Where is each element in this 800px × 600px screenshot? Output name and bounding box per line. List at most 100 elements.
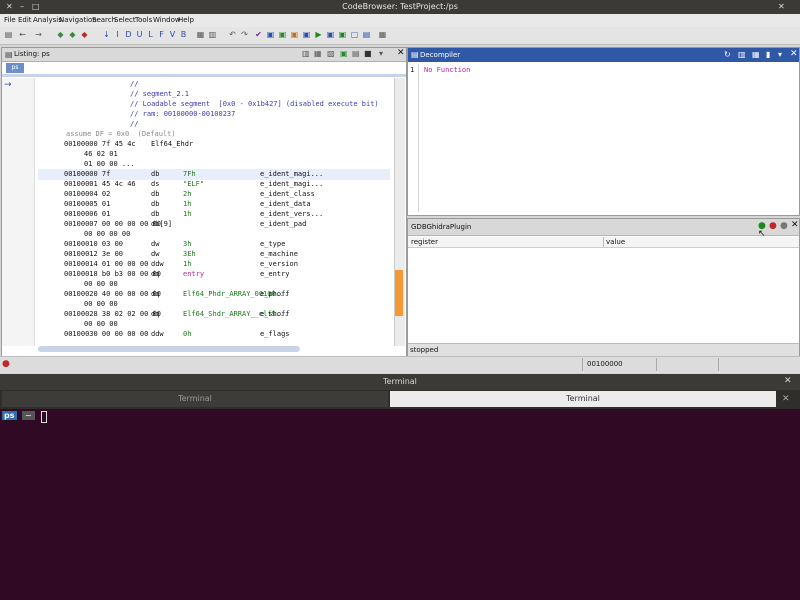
value-column-header[interactable]: value (606, 238, 625, 246)
terminal-close-icon[interactable]: ✕ (784, 376, 792, 386)
listing-comment[interactable]: // ram: 00100000-00100237 (130, 110, 235, 120)
listing-address[interactable]: 00100005 01 (64, 200, 110, 210)
listing-gutter[interactable]: → (2, 78, 35, 346)
listing-mnemonic[interactable]: db (151, 190, 159, 200)
tool-c-icon[interactable]: ▣ (290, 30, 299, 40)
terminal-tab-1[interactable]: Terminal (2, 391, 388, 407)
listing-tool-icon[interactable]: ▣ (340, 49, 348, 58)
gdb-settings-icon[interactable]: ● (780, 221, 788, 231)
menu-help[interactable]: Help (178, 16, 194, 24)
listing-mnemonic[interactable]: dw (151, 240, 159, 250)
listing-menu-icon[interactable]: ▾ (379, 49, 383, 58)
terminal-body[interactable]: ps ~ (0, 409, 800, 600)
tool-f-icon[interactable]: ▣ (338, 30, 347, 40)
listing-bytes[interactable]: 00 00 00 (84, 280, 118, 290)
listing-mnemonic[interactable]: db (151, 200, 159, 210)
listing-comment[interactable]: e_ident_data (260, 200, 311, 210)
listing-mnemonic[interactable]: dw (151, 250, 159, 260)
undo-icon[interactable]: ↶ (228, 30, 237, 40)
listing-operand[interactable]: 1h (183, 260, 191, 270)
listing-comment[interactable]: // Loadable segment [0x0 - 0x1b427] (dis… (130, 100, 379, 110)
listing-scroll-thumb[interactable] (395, 270, 403, 316)
listing-comment[interactable]: e_ident_pad (260, 220, 306, 230)
run-icon[interactable]: ▶ (314, 30, 323, 40)
listing-comment[interactable]: e_ident_vers... (260, 210, 323, 220)
listing-comment[interactable]: e_version (260, 260, 298, 270)
goto-next-icon[interactable]: ◆ (68, 30, 77, 40)
listing-bytes[interactable]: 46 02 01 (84, 150, 118, 160)
listing-bytes[interactable]: 00 00 00 (84, 300, 118, 310)
listing-address[interactable]: 00100028 38 02 02 00 00 (64, 310, 161, 320)
menu-window[interactable]: Window (153, 16, 181, 24)
listing-comment[interactable]: e_phoff (260, 290, 290, 300)
nav-instruction-icon[interactable]: I (113, 30, 122, 40)
listing-code[interactable]: //// segment_2.1// Loadable segment [0x0… (38, 78, 390, 346)
listing-comment[interactable]: e_machine (260, 250, 298, 260)
nav-undefined-icon[interactable]: U (135, 30, 144, 40)
status-error-icon[interactable]: ● (2, 359, 10, 369)
listing-bytes[interactable]: 00 00 00 00 (84, 230, 130, 240)
window-close-icon[interactable]: ✕ (778, 2, 785, 11)
tool-d-icon[interactable]: ▣ (302, 30, 311, 40)
listing-comment[interactable]: // (130, 120, 138, 130)
listing-comment[interactable]: // segment_2.1 (130, 90, 189, 100)
bookmark-icon[interactable]: ◆ (80, 30, 89, 40)
listing-mnemonic[interactable]: dq (151, 310, 159, 320)
terminal-titlebar[interactable]: Terminal ✕ (0, 374, 800, 390)
listing-address[interactable]: 00100030 00 00 00 00 (64, 330, 148, 340)
listing-comment[interactable]: e_ident_magi... (260, 170, 323, 180)
listing-mnemonic[interactable]: dq (151, 270, 159, 280)
decompiler-text[interactable]: No Function (424, 66, 470, 74)
listing-address[interactable]: 00100004 02 (64, 190, 110, 200)
listing-copy-icon[interactable]: ▥ (302, 49, 310, 58)
listing-operand[interactable]: 3Eh (183, 250, 196, 260)
menu-file[interactable]: File (4, 16, 16, 24)
tool-h-icon[interactable]: ▤ (362, 30, 371, 40)
print-icon[interactable]: ■ (364, 49, 372, 58)
tool-i-icon[interactable]: ▦ (378, 30, 387, 40)
menu-search[interactable]: Search (92, 16, 116, 24)
listing-address[interactable]: 00100012 3e 00 (64, 250, 123, 260)
listing-diff-icon[interactable]: ▧ (327, 49, 335, 58)
tool-g-icon[interactable]: ▢ (350, 30, 359, 40)
listing-mnemonic[interactable]: ddw (151, 330, 164, 340)
clipboard-icon[interactable]: ▦ (196, 30, 205, 40)
listing-comment[interactable]: // (130, 80, 138, 90)
listing-operand[interactable]: 0h (183, 330, 191, 340)
listing-comment[interactable]: e_ident_class (260, 190, 315, 200)
listing-mnemonic[interactable]: dq (151, 290, 159, 300)
listing-bytes[interactable]: 00 00 00 (84, 320, 118, 330)
nav-down-icon[interactable]: ↓ (102, 30, 111, 40)
listing-address[interactable]: 00100001 45 4c 46 (64, 180, 136, 190)
listing-mnemonic[interactable]: ds (151, 180, 159, 190)
listing-address[interactable]: 00100014 01 00 00 00 (64, 260, 148, 270)
decompiler-menu-icon[interactable]: ▾ (778, 50, 782, 59)
listing-address[interactable]: assume DF = 0x0 (Default) (66, 130, 176, 140)
nav-label-icon[interactable]: L (146, 30, 155, 40)
gdb-close-icon[interactable]: ✕ (791, 220, 799, 230)
listing-comment[interactable]: e_entry (260, 270, 290, 280)
listing-mnemonic[interactable]: Elf64_Ehdr (151, 140, 193, 150)
listing-tab-ps[interactable]: ps (6, 63, 24, 73)
menu-edit[interactable]: Edit (18, 16, 32, 24)
listing-address[interactable]: 00100007 00 00 00 00 00 (64, 220, 161, 230)
menu-analysis[interactable]: Analysis (33, 16, 62, 24)
register-column-header[interactable]: register (411, 238, 438, 246)
listing-operand[interactable]: 2h (183, 190, 191, 200)
listing-comment[interactable]: e_flags (260, 330, 290, 340)
decompiler-copy-icon[interactable]: ▥ (738, 50, 746, 59)
listing-mnemonic[interactable]: ddw (151, 260, 164, 270)
listing-mnemonic[interactable]: db[9] (151, 220, 172, 230)
listing-operand[interactable]: 1h (183, 200, 191, 210)
decompiler-export-icon[interactable]: ▦ (752, 50, 760, 59)
column-divider[interactable] (603, 237, 604, 247)
nav-v-icon[interactable]: V (168, 30, 177, 40)
redo-icon[interactable]: ↷ (240, 30, 249, 40)
listing-address[interactable]: 00100020 40 00 00 00 00 (64, 290, 161, 300)
check-icon[interactable]: ✔ (254, 30, 263, 40)
back-arrow-icon[interactable]: ← (18, 30, 27, 40)
listing-address[interactable]: 00100000 7f 45 4c (64, 140, 136, 150)
listing-address[interactable]: 00100006 01 (64, 210, 110, 220)
tool-a-icon[interactable]: ▣ (266, 30, 275, 40)
listing-mnemonic[interactable]: db (151, 170, 159, 180)
